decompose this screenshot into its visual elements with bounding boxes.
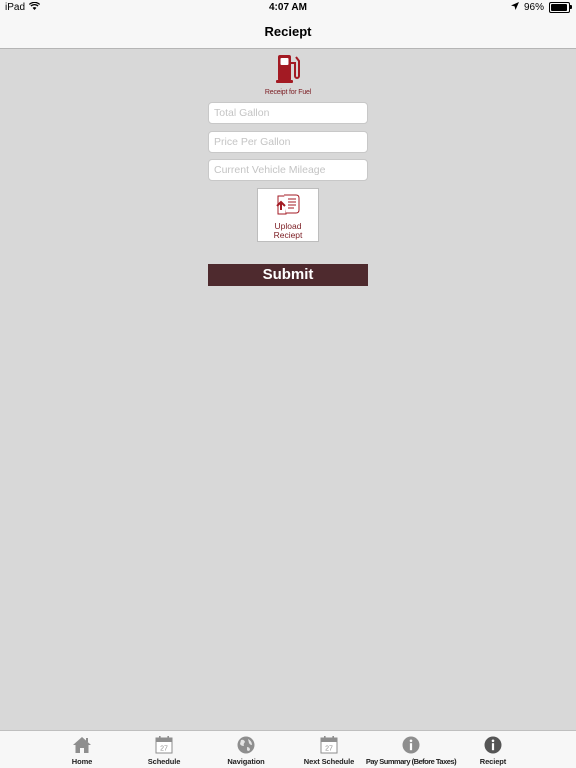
fuel-receipt-header: Receipt for Fuel — [258, 52, 318, 96]
tab-navigation[interactable]: Navigation — [205, 731, 287, 768]
upload-receipt-icon — [275, 194, 301, 221]
info-icon — [401, 735, 421, 755]
total-gallon-input[interactable] — [208, 102, 368, 124]
upload-label-line2: Reciept — [273, 230, 303, 240]
tab-schedule[interactable]: 27 Schedule — [123, 731, 205, 768]
calendar-icon: 27 — [319, 735, 339, 755]
tab-reciept[interactable]: Reciept — [452, 731, 534, 768]
tab-pay-summary[interactable]: Pay Summary (Before Taxes) — [366, 731, 457, 768]
vehicle-mileage-input[interactable] — [208, 159, 368, 181]
tab-label: Pay Summary (Before Taxes) — [365, 757, 457, 766]
status-bar: iPad 4:07 AM 96% — [0, 0, 576, 16]
tab-label: Schedule — [147, 757, 181, 766]
status-right: 96% — [510, 2, 572, 13]
page-title: Reciept — [264, 24, 312, 39]
upload-receipt-button[interactable]: Upload Reciept — [257, 188, 319, 242]
navigation-bar: Reciept — [0, 16, 576, 49]
info-icon — [483, 735, 503, 755]
fuel-pump-icon — [276, 55, 300, 88]
fuel-receipt-caption: Receipt for Fuel — [264, 89, 312, 96]
location-arrow-icon — [510, 2, 519, 13]
battery-fill — [551, 4, 568, 11]
upload-receipt-label: Upload Reciept — [274, 222, 303, 240]
tab-label: Home — [71, 757, 93, 766]
price-per-gallon-input[interactable] — [208, 131, 368, 153]
battery-percent: 96% — [523, 2, 544, 13]
status-time: 4:07 AM — [269, 2, 307, 13]
main-content: Receipt for Fuel Upload Reciept Submit — [0, 49, 576, 730]
home-icon — [72, 735, 92, 755]
calendar-day: 27 — [325, 746, 333, 753]
globe-icon — [236, 735, 256, 755]
calendar-day: 27 — [160, 746, 168, 753]
battery-tip — [570, 5, 572, 9]
submit-button[interactable]: Submit — [208, 264, 368, 286]
calendar-icon: 27 — [154, 735, 174, 755]
tab-next-schedule[interactable]: 27 Next Schedule — [288, 731, 370, 768]
tab-label: Reciept — [479, 757, 507, 766]
battery-icon — [549, 2, 572, 13]
tab-label: Next Schedule — [303, 757, 355, 766]
tab-home[interactable]: Home — [41, 731, 123, 768]
tab-label: Navigation — [227, 757, 265, 766]
tab-bar: Home 27 Schedule Navigation 27 Next Sche… — [0, 730, 576, 768]
